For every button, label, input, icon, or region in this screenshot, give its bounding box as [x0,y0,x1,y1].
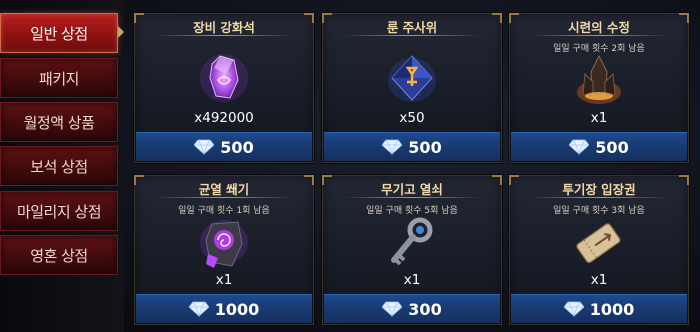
item-title: 룬 주사위 [386,20,438,35]
rift-wedge-icon [194,214,254,280]
diamond-icon [382,139,403,155]
diamond-icon [188,301,209,317]
tab-gem-shop[interactable]: 보석 상점 [0,146,118,186]
title-divider [343,197,481,198]
shop-item-card[interactable]: 룬 주사위 x50 500 [322,13,502,163]
item-quantity: x1 [215,272,233,288]
tab-label: 월정액 상품 [23,113,95,132]
tab-label: 보석 상점 [30,157,88,176]
buy-button[interactable]: 500 [511,132,687,161]
shop-item-card[interactable]: 균열 쐐기 일일 구매 횟수 1회 남음 x1 1000 [134,175,314,325]
item-quantity: x1 [403,272,421,288]
item-quantity: x1 [590,110,608,126]
title-divider [343,35,481,36]
tab-label: 영혼 상점 [30,246,88,265]
item-price: 1000 [214,299,260,319]
item-price: 500 [408,137,442,157]
item-title: 장비 강화석 [193,20,255,35]
arena-ticket-icon [569,214,629,280]
item-quantity: x50 [399,110,425,126]
item-price: 300 [408,299,442,319]
item-price: 500 [595,137,629,157]
shop-item-card[interactable]: 장비 강화석 x492000 500 [134,13,314,163]
shop-item-card[interactable]: 시련의 수정 일일 구매 횟수 2회 남음 x1 500 [509,13,689,163]
active-tab-indicator-icon [118,26,124,38]
purple-crystal-icon [194,44,254,110]
tab-label: 일반 상점 [30,24,88,43]
shop-item-card[interactable]: 투기장 입장권 일일 구매 횟수 3회 남음 x1 1000 [509,175,689,325]
tab-label: 패키지 [39,69,79,88]
buy-button[interactable]: 300 [324,294,500,323]
shop-item-card[interactable]: 무기고 열쇠 일일 구매 횟수 5회 남음 x1 300 [322,175,502,325]
buy-button[interactable]: 500 [324,132,500,161]
tab-monthly[interactable]: 월정액 상품 [0,102,118,142]
tab-general-shop[interactable]: 일반 상점 [0,13,118,53]
rune-dice-icon [382,44,442,110]
item-title: 투기장 입장권 [562,182,636,197]
tab-package[interactable]: 패키지 [0,58,118,98]
item-title: 무기고 열쇠 [381,182,443,197]
buy-button[interactable]: 500 [136,132,312,161]
item-quantity: x1 [590,272,608,288]
tab-mileage-shop[interactable]: 마일리지 상점 [0,191,118,231]
armory-key-icon [382,214,442,280]
item-price: 500 [220,137,254,157]
title-divider [530,35,668,36]
item-title: 균열 쐐기 [198,182,250,197]
diamond-icon [382,301,403,317]
buy-button[interactable]: 1000 [511,294,687,323]
title-divider [155,197,293,198]
shop-category-sidebar: 일반 상점 패키지 월정액 상품 보석 상점 마일리지 상점 영혼 상점 [0,0,124,332]
buy-button[interactable]: 1000 [136,294,312,323]
diamond-icon [563,301,584,317]
item-title: 시련의 수정 [568,20,630,35]
tab-label: 마일리지 상점 [16,202,102,221]
tab-soul-shop[interactable]: 영혼 상점 [0,235,118,275]
diamond-icon [569,139,590,155]
trial-crystal-icon [569,52,629,118]
item-quantity: x492000 [194,110,254,126]
diamond-icon [194,139,215,155]
title-divider [155,35,293,36]
title-divider [530,197,668,198]
item-price: 1000 [589,299,635,319]
